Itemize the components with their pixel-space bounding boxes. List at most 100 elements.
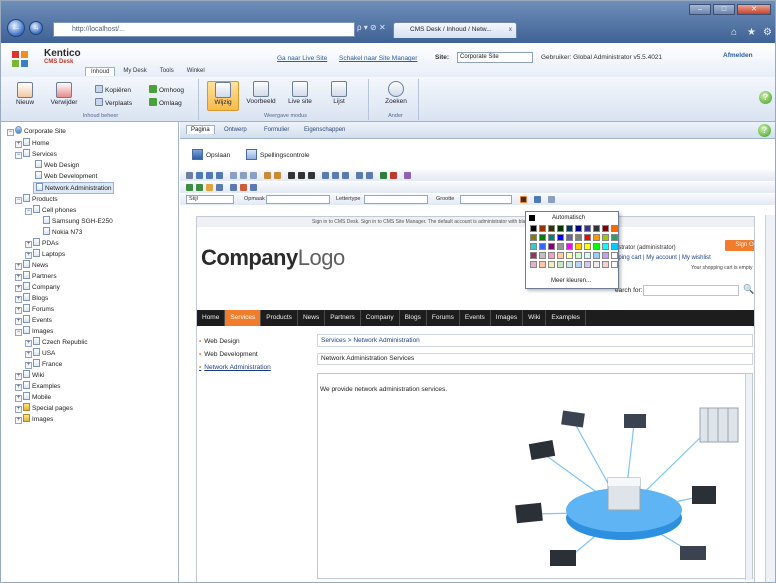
subnav-web-development[interactable]: • Web Development	[197, 348, 307, 361]
tree-item-web-design[interactable]: Web Design	[35, 160, 79, 170]
expand-icon[interactable]: +	[15, 395, 22, 402]
color-swatch[interactable]	[566, 234, 573, 241]
tab-design[interactable]: Ontwerp	[224, 127, 247, 133]
print-icon[interactable]	[230, 172, 237, 179]
forward-button[interactable]: →	[29, 21, 43, 35]
tree-item-czech-republic[interactable]: + Czech Republic	[25, 337, 88, 347]
expand-icon[interactable]: +	[25, 252, 32, 259]
color-swatch[interactable]	[539, 252, 546, 259]
nav-products[interactable]: Products	[261, 310, 298, 326]
tree-item-examples[interactable]: + Examples	[15, 381, 61, 391]
color-swatch[interactable]	[566, 225, 573, 232]
company-logo[interactable]: CompanyLogo	[201, 245, 345, 271]
home-icon[interactable]: ⌂	[731, 27, 737, 38]
macro-icon[interactable]	[240, 184, 247, 191]
color-swatch[interactable]	[584, 261, 591, 268]
expand-icon[interactable]: +	[15, 296, 22, 303]
nav-forums[interactable]: Forums	[427, 310, 460, 326]
color-swatch[interactable]	[611, 252, 618, 259]
color-swatch[interactable]	[611, 234, 618, 241]
editable-content-area[interactable]: We provide network administration servic…	[317, 373, 753, 580]
tree-item-nokia[interactable]: Nokia N73	[43, 227, 82, 237]
color-swatch[interactable]	[566, 252, 573, 259]
tree-item-samsung[interactable]: Samsung SGH-E250	[43, 216, 113, 226]
color-swatch[interactable]	[539, 225, 546, 232]
tree-item-special-pages[interactable]: + Special pages	[15, 403, 73, 413]
collapse-icon[interactable]: −	[15, 152, 22, 159]
expand-icon[interactable]: +	[15, 417, 22, 424]
color-swatch[interactable]	[584, 252, 591, 259]
color-swatch[interactable]	[575, 243, 582, 250]
widget-icon[interactable]	[230, 184, 237, 191]
tree-item-company[interactable]: + Company	[15, 282, 60, 292]
color-swatch[interactable]	[593, 225, 600, 232]
tree-item-network-administration[interactable]: Network Administration	[33, 182, 115, 194]
color-swatch[interactable]	[584, 225, 591, 232]
table-icon[interactable]	[186, 184, 193, 191]
search-icon[interactable]: 🔍	[743, 284, 754, 295]
tree-item-mobile[interactable]: + Mobile	[15, 392, 51, 402]
tree-item-home[interactable]: + Home	[15, 138, 49, 148]
address-bar[interactable]: http://localhost/...	[53, 22, 355, 37]
maximize-button[interactable]: □	[713, 4, 735, 15]
tab-properties[interactable]: Eigenschappen	[304, 127, 345, 133]
favorites-star-icon[interactable]: ★	[747, 27, 756, 38]
underline-icon[interactable]	[308, 172, 315, 179]
nav-images[interactable]: Images	[491, 310, 524, 326]
spellcheck-button[interactable]: Spellingscontrole	[246, 149, 310, 160]
nav-events[interactable]: Events	[460, 310, 491, 326]
tree-item-images-folder[interactable]: + Images	[15, 414, 53, 424]
nav-news[interactable]: News	[298, 310, 326, 326]
color-swatch[interactable]	[530, 252, 537, 259]
color-swatch[interactable]	[584, 243, 591, 250]
color-swatch[interactable]	[575, 261, 582, 268]
tree-item-products[interactable]: − Products	[15, 194, 58, 204]
color-swatch[interactable]	[539, 261, 546, 268]
edit-mode-button[interactable]: Wijzig	[207, 81, 239, 111]
tab-ecommerce[interactable]: Winkel	[182, 67, 210, 76]
site-manager-link[interactable]: Schakel naar Site Manager	[339, 55, 417, 62]
subnav-web-design[interactable]: • Web Design	[197, 335, 307, 348]
bullet-list-icon[interactable]	[356, 172, 363, 179]
save-button[interactable]: Opslaan	[192, 149, 230, 160]
color-swatch[interactable]	[602, 252, 609, 259]
redo-icon[interactable]	[250, 172, 257, 179]
new-button[interactable]: Nieuw	[9, 82, 41, 112]
collapse-icon[interactable]: −	[15, 329, 22, 336]
align-right-icon[interactable]	[342, 172, 349, 179]
preview-mode-button[interactable]: Voorbeeld	[243, 81, 279, 111]
style-select[interactable]: Stijl	[186, 195, 234, 204]
color-swatch[interactable]	[602, 261, 609, 268]
expand-icon[interactable]: +	[15, 274, 22, 281]
site-select[interactable]: Corporate Site	[457, 52, 533, 63]
numbered-list-icon[interactable]	[366, 172, 373, 179]
color-swatch[interactable]	[557, 234, 564, 241]
color-swatch[interactable]	[539, 234, 546, 241]
align-center-icon[interactable]	[332, 172, 339, 179]
unlink-icon[interactable]	[390, 172, 397, 179]
copy-button[interactable]: Kopiëren	[95, 85, 131, 94]
delete-button[interactable]: Verwijder	[45, 82, 83, 112]
quote-icon[interactable]	[250, 184, 257, 191]
tree-item-wiki[interactable]: + Wiki	[15, 370, 44, 380]
live-site-mode-button[interactable]: Live site	[283, 81, 317, 111]
color-swatch[interactable]	[530, 261, 537, 268]
tree-item-forums[interactable]: + Forums	[15, 304, 54, 314]
color-swatch[interactable]	[539, 243, 546, 250]
expand-icon[interactable]: +	[25, 362, 32, 369]
minimize-button[interactable]: –	[689, 4, 711, 15]
tree-item-news[interactable]: + News	[15, 260, 48, 270]
tab-close-icon[interactable]: x	[509, 23, 512, 37]
nav-company[interactable]: Company	[361, 310, 400, 326]
page-title-field[interactable]: Network Administration Services	[317, 353, 753, 365]
color-swatch[interactable]	[548, 243, 555, 250]
color-swatch[interactable]	[611, 225, 618, 232]
paste-icon[interactable]	[216, 172, 223, 179]
color-swatch[interactable]	[575, 252, 582, 259]
color-swatch[interactable]	[566, 261, 573, 268]
sign-out-button[interactable]: Sign Out	[725, 240, 754, 251]
color-swatch[interactable]	[575, 234, 582, 241]
list-mode-button[interactable]: Lijst	[323, 81, 355, 111]
nav-blogs[interactable]: Blogs	[400, 310, 427, 326]
nav-home[interactable]: Home	[197, 310, 226, 326]
